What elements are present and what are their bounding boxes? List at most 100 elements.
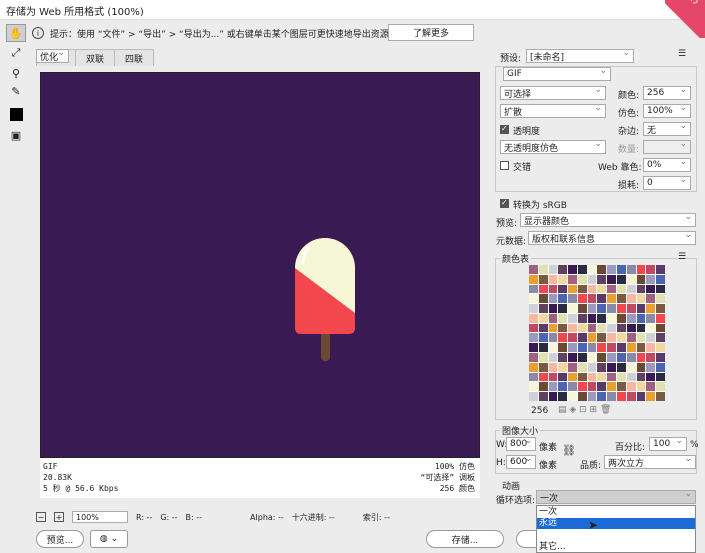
color-swatch[interactable] xyxy=(538,313,548,323)
color-swatch[interactable] xyxy=(529,284,538,294)
preview-in-browser-button[interactable]: 预览... xyxy=(36,530,84,548)
image-preview[interactable] xyxy=(40,72,480,458)
color-swatch[interactable] xyxy=(597,382,607,392)
quality-select[interactable]: 两次立方 xyxy=(604,454,696,469)
color-swatch[interactable] xyxy=(646,313,656,323)
color-swatch[interactable] xyxy=(617,274,626,284)
color-swatch[interactable] xyxy=(558,274,568,284)
color-swatch[interactable] xyxy=(568,265,577,274)
color-table-grid[interactable] xyxy=(529,265,665,401)
color-swatch[interactable] xyxy=(548,265,558,274)
color-swatch[interactable] xyxy=(607,343,617,353)
color-swatch[interactable] xyxy=(538,372,548,382)
color-swatch[interactable] xyxy=(587,343,597,353)
color-swatch[interactable] xyxy=(607,265,617,274)
slice-select-tool-icon[interactable]: ⤢ xyxy=(6,44,26,62)
color-swatch[interactable] xyxy=(577,343,587,353)
color-swatch[interactable] xyxy=(646,294,656,304)
color-swatch[interactable] xyxy=(587,294,597,304)
color-swatch[interactable] xyxy=(617,265,626,274)
color-swatch[interactable] xyxy=(538,265,548,274)
zoom-in-button[interactable]: + xyxy=(54,512,64,522)
color-swatch[interactable] xyxy=(646,353,656,362)
color-swatch[interactable] xyxy=(597,323,607,333)
color-swatch[interactable] xyxy=(558,372,568,382)
color-swatch[interactable] xyxy=(529,304,538,313)
color-swatch[interactable] xyxy=(656,294,665,304)
color-swatch[interactable] xyxy=(587,284,597,294)
color-swatch[interactable] xyxy=(626,284,636,294)
color-swatch[interactable] xyxy=(558,392,568,401)
color-swatch[interactable] xyxy=(587,323,597,333)
color-swatch[interactable] xyxy=(587,353,597,362)
preview-mode-select[interactable]: 显示器颜色 xyxy=(520,212,696,227)
web-snap-select[interactable]: 0% xyxy=(643,157,691,172)
color-swatch[interactable] xyxy=(529,372,538,382)
color-swatch[interactable] xyxy=(558,284,568,294)
loop-select[interactable]: 一次 xyxy=(536,489,696,504)
color-swatch[interactable] xyxy=(656,382,665,392)
color-swatch[interactable] xyxy=(626,382,636,392)
transparency-checkbox[interactable] xyxy=(500,124,509,134)
color-swatch[interactable] xyxy=(568,372,577,382)
color-swatch[interactable] xyxy=(656,274,665,284)
color-swatch[interactable] xyxy=(656,372,665,382)
color-swatch[interactable] xyxy=(577,382,587,392)
color-swatch[interactable] xyxy=(656,284,665,294)
color-swatch[interactable] xyxy=(646,333,656,343)
color-swatch[interactable] xyxy=(577,333,587,343)
color-swatch[interactable] xyxy=(529,353,538,362)
color-swatch[interactable] xyxy=(597,265,607,274)
color-swatch[interactable] xyxy=(568,304,577,313)
color-swatch[interactable] xyxy=(636,372,646,382)
color-swatch[interactable] xyxy=(577,313,587,323)
color-table-menu-icon[interactable]: ☰ xyxy=(678,252,686,262)
color-swatch[interactable] xyxy=(617,372,626,382)
color-swatch[interactable] xyxy=(617,323,626,333)
link-proportions-icon[interactable]: ⛓ xyxy=(562,444,576,457)
color-swatch[interactable] xyxy=(538,284,548,294)
preset-select[interactable]: [未命名] xyxy=(526,48,634,63)
color-swatch[interactable] xyxy=(636,274,646,284)
color-swatch[interactable] xyxy=(529,333,538,343)
color-swatch[interactable] xyxy=(587,392,597,401)
color-swatch[interactable] xyxy=(548,274,558,284)
color-swatch[interactable] xyxy=(646,392,656,401)
color-swatch[interactable] xyxy=(597,392,607,401)
color-swatch[interactable] xyxy=(636,313,646,323)
color-swatch[interactable] xyxy=(548,333,558,343)
color-swatch[interactable] xyxy=(636,362,646,372)
color-swatch[interactable] xyxy=(626,343,636,353)
color-swatch[interactable] xyxy=(636,343,646,353)
zoom-select[interactable]: 100% xyxy=(72,511,128,523)
zoom-out-button[interactable]: − xyxy=(36,512,46,522)
color-swatch[interactable] xyxy=(636,323,646,333)
color-swatch[interactable] xyxy=(607,274,617,284)
color-swatch[interactable] xyxy=(607,333,617,343)
color-swatch[interactable] xyxy=(626,265,636,274)
color-swatch[interactable] xyxy=(646,304,656,313)
interlace-checkbox[interactable] xyxy=(500,161,509,170)
color-swatch[interactable] xyxy=(617,343,626,353)
color-swatch[interactable] xyxy=(558,265,568,274)
color-swatch[interactable] xyxy=(597,372,607,382)
loop-option-once[interactable]: 一次 xyxy=(537,507,695,518)
color-swatch[interactable] xyxy=(646,372,656,382)
metadata-select[interactable]: 版权和联系信息 xyxy=(528,230,696,245)
color-swatch[interactable] xyxy=(617,392,626,401)
color-swatch[interactable] xyxy=(646,284,656,294)
learn-more-button[interactable]: 了解更多 xyxy=(388,24,474,41)
color-swatch[interactable] xyxy=(646,274,656,284)
color-swatch[interactable] xyxy=(587,313,597,323)
color-swatch[interactable] xyxy=(597,343,607,353)
color-swatch[interactable] xyxy=(607,382,617,392)
color-swatch[interactable] xyxy=(568,353,577,362)
color-swatch[interactable] xyxy=(587,362,597,372)
color-swatch[interactable] xyxy=(646,323,656,333)
color-swatch[interactable] xyxy=(617,382,626,392)
color-swatch[interactable] xyxy=(636,304,646,313)
color-swatch[interactable] xyxy=(568,294,577,304)
color-swatch[interactable] xyxy=(656,304,665,313)
width-field[interactable]: 800 xyxy=(506,436,536,451)
color-swatch[interactable] xyxy=(538,362,548,372)
